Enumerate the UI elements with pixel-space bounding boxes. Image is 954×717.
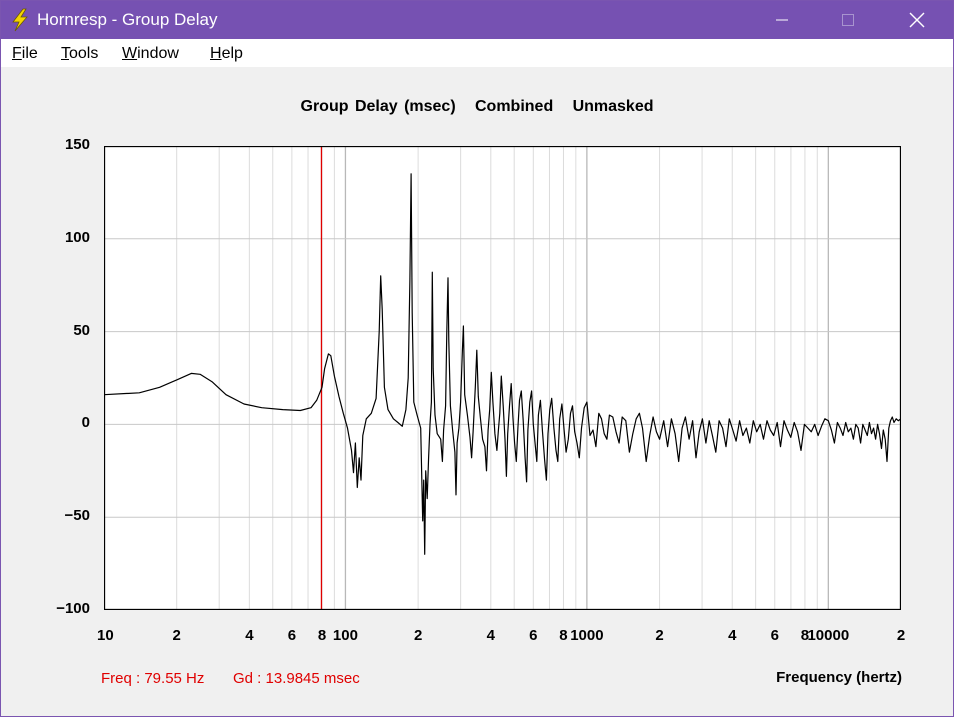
- menu-file-rest: ile: [21, 45, 38, 62]
- window-title: Hornresp - Group Delay: [37, 10, 218, 29]
- y-tick-label: 50: [73, 321, 90, 339]
- x-tick-label: 8: [317, 627, 327, 644]
- menu-bar: File Tools Window Help: [1, 39, 953, 67]
- menu-window-accel: W: [122, 45, 138, 62]
- title-bar[interactable]: Hornresp - Group Delay: [1, 1, 953, 39]
- x-tick-label: 4: [245, 627, 254, 644]
- menu-help-rest: elp: [221, 45, 243, 62]
- x-tick-label: 6: [529, 627, 538, 644]
- y-tick-label: −100: [56, 600, 90, 617]
- menu-file[interactable]: File: [12, 45, 38, 63]
- x-tick-label: 2: [896, 627, 906, 644]
- y-tick-label: 100: [64, 228, 90, 246]
- y-tick-label: −50: [64, 507, 90, 525]
- menu-window[interactable]: Window: [122, 45, 179, 63]
- group-delay-readout: Gd : 13.9845 msec: [233, 670, 360, 687]
- x-tick-label: 4: [486, 627, 495, 644]
- frequency-readout: Freq : 79.55 Hz: [101, 670, 205, 687]
- minimize-button[interactable]: [759, 1, 805, 39]
- graph-title: Group Delay (msec) Combined Unmasked: [0, 98, 954, 116]
- menu-tools-accel: T: [61, 45, 69, 62]
- x-tick-label: 10000: [807, 627, 850, 644]
- x-tick-label: 100: [332, 627, 358, 644]
- plot-background: [104, 146, 901, 610]
- x-tick-label: 8: [559, 627, 568, 644]
- x-tick-label: 6: [287, 627, 297, 644]
- x-tick-label: 6: [770, 627, 779, 644]
- close-icon: [909, 12, 925, 28]
- x-tick-label: 4: [728, 627, 737, 644]
- menu-file-accel: F: [12, 45, 22, 62]
- maximize-button[interactable]: [825, 1, 871, 39]
- title-mask: Unmasked: [572, 98, 654, 115]
- menu-help-accel: H: [210, 45, 222, 62]
- lightning-bolt-icon: [12, 8, 28, 32]
- menu-help[interactable]: Help: [210, 45, 243, 63]
- x-tick-label: 2: [655, 627, 664, 644]
- menu-tools[interactable]: Tools: [61, 45, 98, 63]
- minimize-icon: [776, 19, 788, 21]
- y-tick-label: 0: [81, 414, 90, 432]
- x-tick-label: 1000: [570, 627, 604, 644]
- menu-window-rest: indow: [137, 45, 179, 62]
- title-mode: Combined: [475, 98, 554, 115]
- maximize-icon: [842, 14, 854, 26]
- x-axis-title: Frequency (hertz): [776, 669, 902, 686]
- x-tick-label: 10: [97, 627, 114, 644]
- y-tick-label: 150: [64, 136, 90, 153]
- x-tick-label: 2: [172, 627, 181, 644]
- close-button[interactable]: [894, 1, 940, 39]
- title-quantity: Group Delay (msec): [300, 98, 456, 115]
- menu-tools-rest: ools: [69, 45, 99, 62]
- x-tick-label: 2: [413, 627, 423, 644]
- group-delay-plot[interactable]: [104, 146, 901, 610]
